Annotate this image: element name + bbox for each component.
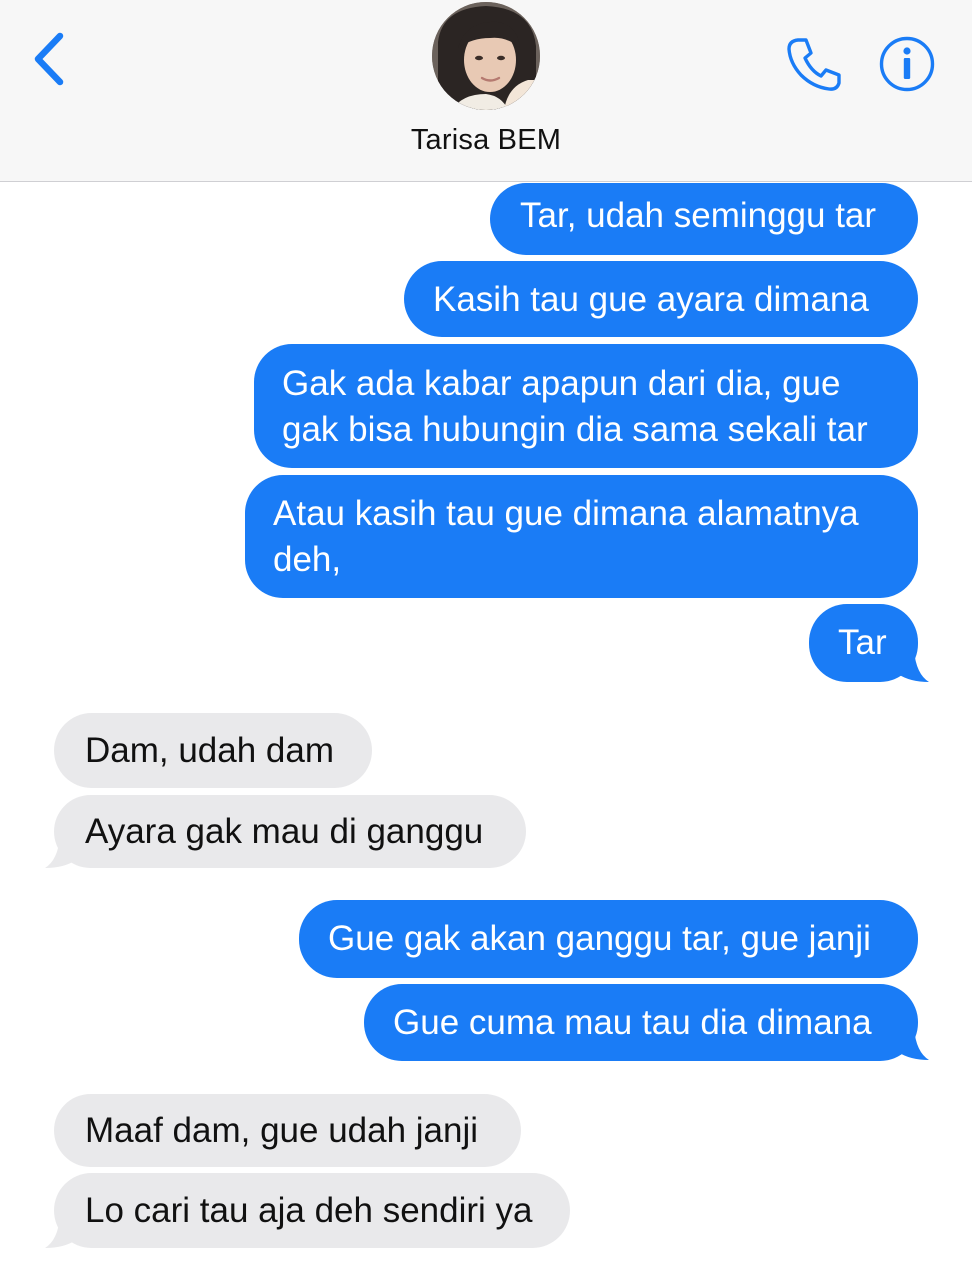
chevron-left-icon — [34, 32, 64, 86]
message-bubble-sent[interactable]: Tar, udah seminggu tar — [490, 183, 918, 255]
message-bubble-sent[interactable]: Kasih tau gue ayara dimana — [404, 261, 918, 337]
message-text-line: Atau kasih tau gue dimana alamatnya — [273, 494, 859, 533]
message-text-line: Gak ada kabar apapun dari dia, gue — [282, 364, 841, 403]
message-bubble-received[interactable]: Maaf dam, gue udah janji — [54, 1094, 521, 1167]
message-text: Dam, udah dam — [85, 731, 335, 770]
message-text-line: deh, — [273, 540, 342, 579]
message-bubble-received[interactable]: Dam, udah dam — [54, 713, 372, 788]
message-bubble-sent[interactable]: Gue cuma mau tau dia dimana — [364, 984, 918, 1061]
message-text: Lo cari tau aja deh sendiri ya — [85, 1191, 533, 1230]
bubble-tail-sent — [896, 650, 929, 682]
message-text: Gue cuma mau tau dia dimana — [393, 1003, 872, 1042]
message-bubble-received[interactable]: Ayara gak mau di ganggu — [54, 795, 526, 868]
message-bubble-sent[interactable]: Atau kasih tau gue dimana alamatnya deh, — [245, 475, 918, 598]
message-text: Ayara gak mau di ganggu — [85, 812, 484, 851]
bubble-tail-received — [45, 1216, 78, 1248]
message-bubble-received[interactable]: Lo cari tau aja deh sendiri ya — [54, 1173, 570, 1248]
message-text: Tar, udah seminggu tar — [520, 196, 877, 235]
contact-avatar[interactable] — [432, 2, 540, 110]
call-button[interactable] — [784, 34, 844, 94]
avatar-photo — [432, 2, 540, 110]
message-text-line: gak bisa hubungin dia sama sekali tar — [282, 410, 868, 449]
phone-icon — [787, 38, 841, 91]
back-button[interactable] — [28, 30, 72, 88]
message-text: Tar — [838, 623, 887, 662]
bubble-tail-sent — [896, 1028, 929, 1060]
contact-name[interactable]: Tarisa BEM — [0, 124, 972, 157]
message-text: Maaf dam, gue udah janji — [85, 1111, 479, 1150]
message-bubble-sent[interactable]: Gak ada kabar apapun dari dia, gue gak b… — [254, 344, 918, 468]
bubble-tail-received — [45, 836, 78, 868]
conversation-header: Tarisa BEM — [0, 0, 972, 182]
message-text: Kasih tau gue ayara dimana — [433, 280, 869, 319]
info-icon — [879, 36, 935, 92]
message-bubble-sent[interactable]: Gue gak akan ganggu tar, gue janji — [299, 900, 918, 978]
info-button[interactable] — [878, 35, 936, 93]
message-text: Gue gak akan ganggu tar, gue janji — [328, 919, 871, 958]
